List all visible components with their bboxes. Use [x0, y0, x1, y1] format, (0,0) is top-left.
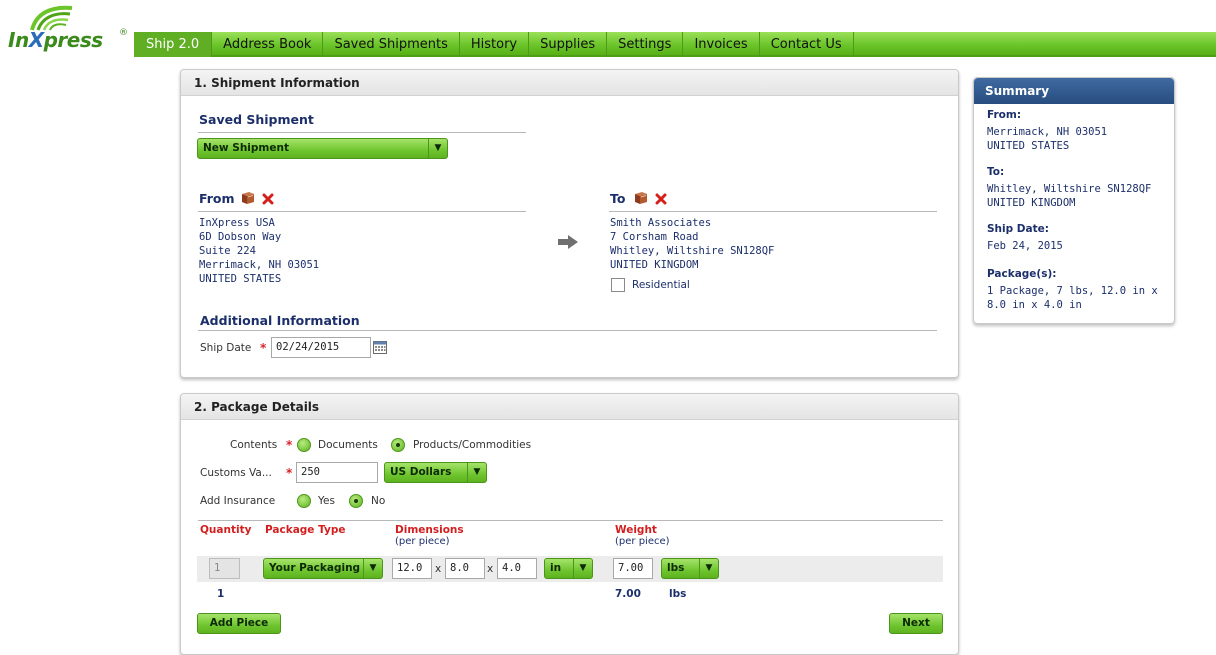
dimensions-subheader: (per piece) — [395, 536, 450, 547]
dimension-unit-value: in — [550, 562, 562, 574]
currency-select[interactable]: US Dollars ▼ — [384, 462, 487, 483]
from-address: InXpress USA 6D Dobson Way Suite 224 Mer… — [199, 217, 320, 285]
package-type-select[interactable]: Your Packaging ▼ — [263, 558, 383, 579]
saved-shipment-value: New Shipment — [203, 142, 289, 154]
registered-mark: ® — [119, 28, 128, 38]
panel-title: 2. Package Details — [181, 394, 958, 420]
to-address: Smith Associates 7 Corsham Road Whitley,… — [610, 217, 775, 271]
nav-address-book[interactable]: Address Book — [212, 32, 324, 57]
logo-wordmark: InXpress — [8, 28, 103, 52]
total-quantity: 1 — [217, 588, 225, 600]
residential-label: Residential — [632, 279, 690, 291]
height-input[interactable]: 4.0 — [497, 558, 537, 579]
dimension-unit-select[interactable]: in ▼ — [544, 558, 593, 579]
weight-input[interactable]: 7.00 — [613, 558, 653, 579]
package-details-panel: 2. Package Details Contents * Documents … — [180, 393, 959, 655]
address-book-icon[interactable] — [240, 191, 256, 205]
weight-column-header: Weight — [615, 524, 657, 536]
required-mark: * — [260, 341, 267, 355]
nav-ship[interactable]: Ship 2.0 — [134, 32, 213, 57]
currency-value: US Dollars — [390, 466, 452, 478]
contents-products-label: Products/Commodities — [413, 439, 532, 451]
summary-title: Summary — [974, 78, 1174, 104]
add-insurance-label: Add Insurance — [200, 495, 276, 507]
divider — [198, 211, 526, 212]
total-weight-unit: lbs — [669, 588, 687, 600]
quantity-column-header: Quantity — [200, 524, 252, 536]
top-bar: InXpress ® Ship 2.0 Address Book Saved S… — [0, 0, 1216, 60]
customs-value-input[interactable]: 250 — [296, 462, 378, 483]
summary-packages-value: 1 Package, 7 lbs, 12.0 in x 8.0 in x 4.0… — [987, 285, 1158, 311]
insurance-yes-radio[interactable] — [297, 494, 311, 508]
panel-title: 1. Shipment Information — [181, 70, 958, 96]
weight-subheader: (per piece) — [615, 536, 670, 547]
summary-ship-date-label: Ship Date: — [987, 223, 1049, 235]
summary-packages-label: Package(s): — [987, 268, 1057, 280]
weight-unit-select[interactable]: lbs ▼ — [661, 558, 719, 579]
summary-panel: Summary From: Merrimack, NH 03051 UNITED… — [973, 77, 1175, 324]
ship-date-input[interactable]: 02/24/2015 — [271, 337, 371, 358]
chevron-down-icon: ▼ — [467, 463, 486, 482]
divider — [198, 132, 526, 133]
saved-shipment-title: Saved Shipment — [199, 112, 314, 127]
times-sign: x — [487, 563, 494, 575]
package-type-column-header: Package Type — [265, 524, 346, 536]
insurance-no-radio[interactable] — [349, 494, 363, 508]
required-mark: * — [286, 438, 293, 452]
width-input[interactable]: 8.0 — [445, 558, 485, 579]
clear-x-icon[interactable] — [655, 193, 667, 205]
summary-ship-date-value: Feb 24, 2015 — [987, 240, 1063, 252]
additional-information-title: Additional Information — [200, 313, 360, 328]
customs-value-label: Customs Va... — [200, 467, 272, 479]
arrow-right-icon — [558, 235, 578, 249]
nav-settings[interactable]: Settings — [607, 32, 684, 57]
main-nav: Ship 2.0 Address Book Saved Shipments Hi… — [134, 32, 1216, 57]
calendar-icon[interactable] — [373, 340, 387, 354]
insurance-yes-label: Yes — [318, 495, 335, 507]
shipment-information-panel: 1. Shipment Information Saved Shipment N… — [180, 69, 959, 378]
weight-unit-value: lbs — [667, 562, 685, 574]
divider — [609, 211, 937, 212]
contents-products-radio[interactable] — [391, 438, 405, 452]
length-input[interactable]: 12.0 — [392, 558, 432, 579]
divider — [198, 520, 943, 521]
add-piece-button[interactable]: Add Piece — [197, 613, 281, 634]
summary-from-label: From: — [987, 109, 1022, 121]
dimensions-column-header: Dimensions — [395, 524, 464, 536]
summary-to-value: Whitley, Wiltshire SN128QF UNITED KINGDO… — [987, 183, 1152, 209]
times-sign: x — [435, 563, 442, 575]
chevron-down-icon: ▼ — [428, 139, 447, 158]
summary-from-value: Merrimack, NH 03051 UNITED STATES — [987, 126, 1108, 152]
contents-documents-label: Documents — [318, 439, 378, 451]
package-type-value: Your Packaging — [269, 562, 361, 574]
divider — [198, 330, 937, 331]
clear-x-icon[interactable] — [262, 193, 274, 205]
nav-supplies[interactable]: Supplies — [529, 32, 608, 57]
nav-contact-us[interactable]: Contact Us — [760, 32, 854, 57]
summary-to-label: To: — [987, 166, 1005, 178]
required-mark: * — [286, 466, 293, 480]
chevron-down-icon: ▼ — [573, 559, 592, 578]
ship-date-label: Ship Date — [200, 342, 252, 354]
nav-history[interactable]: History — [460, 32, 530, 57]
next-button[interactable]: Next — [889, 613, 943, 634]
chevron-down-icon: ▼ — [699, 559, 718, 578]
chevron-down-icon: ▼ — [363, 559, 382, 578]
contents-documents-radio[interactable] — [297, 438, 311, 452]
inxpress-logo[interactable]: InXpress ® — [6, 4, 132, 54]
total-weight: 7.00 — [615, 588, 641, 600]
insurance-no-label: No — [371, 495, 386, 507]
saved-shipment-select[interactable]: New Shipment ▼ — [197, 138, 448, 159]
to-title: To — [610, 191, 626, 206]
residential-checkbox[interactable] — [611, 278, 625, 292]
quantity-input[interactable]: 1 — [209, 558, 240, 579]
table-row: 1 Your Packaging ▼ 12.0 x 8.0 x 4.0 in ▼… — [197, 556, 943, 582]
contents-label: Contents — [230, 439, 278, 451]
from-title: From — [199, 191, 235, 206]
address-book-icon[interactable] — [633, 191, 649, 205]
nav-saved-shipments[interactable]: Saved Shipments — [323, 32, 460, 57]
nav-invoices[interactable]: Invoices — [683, 32, 760, 57]
